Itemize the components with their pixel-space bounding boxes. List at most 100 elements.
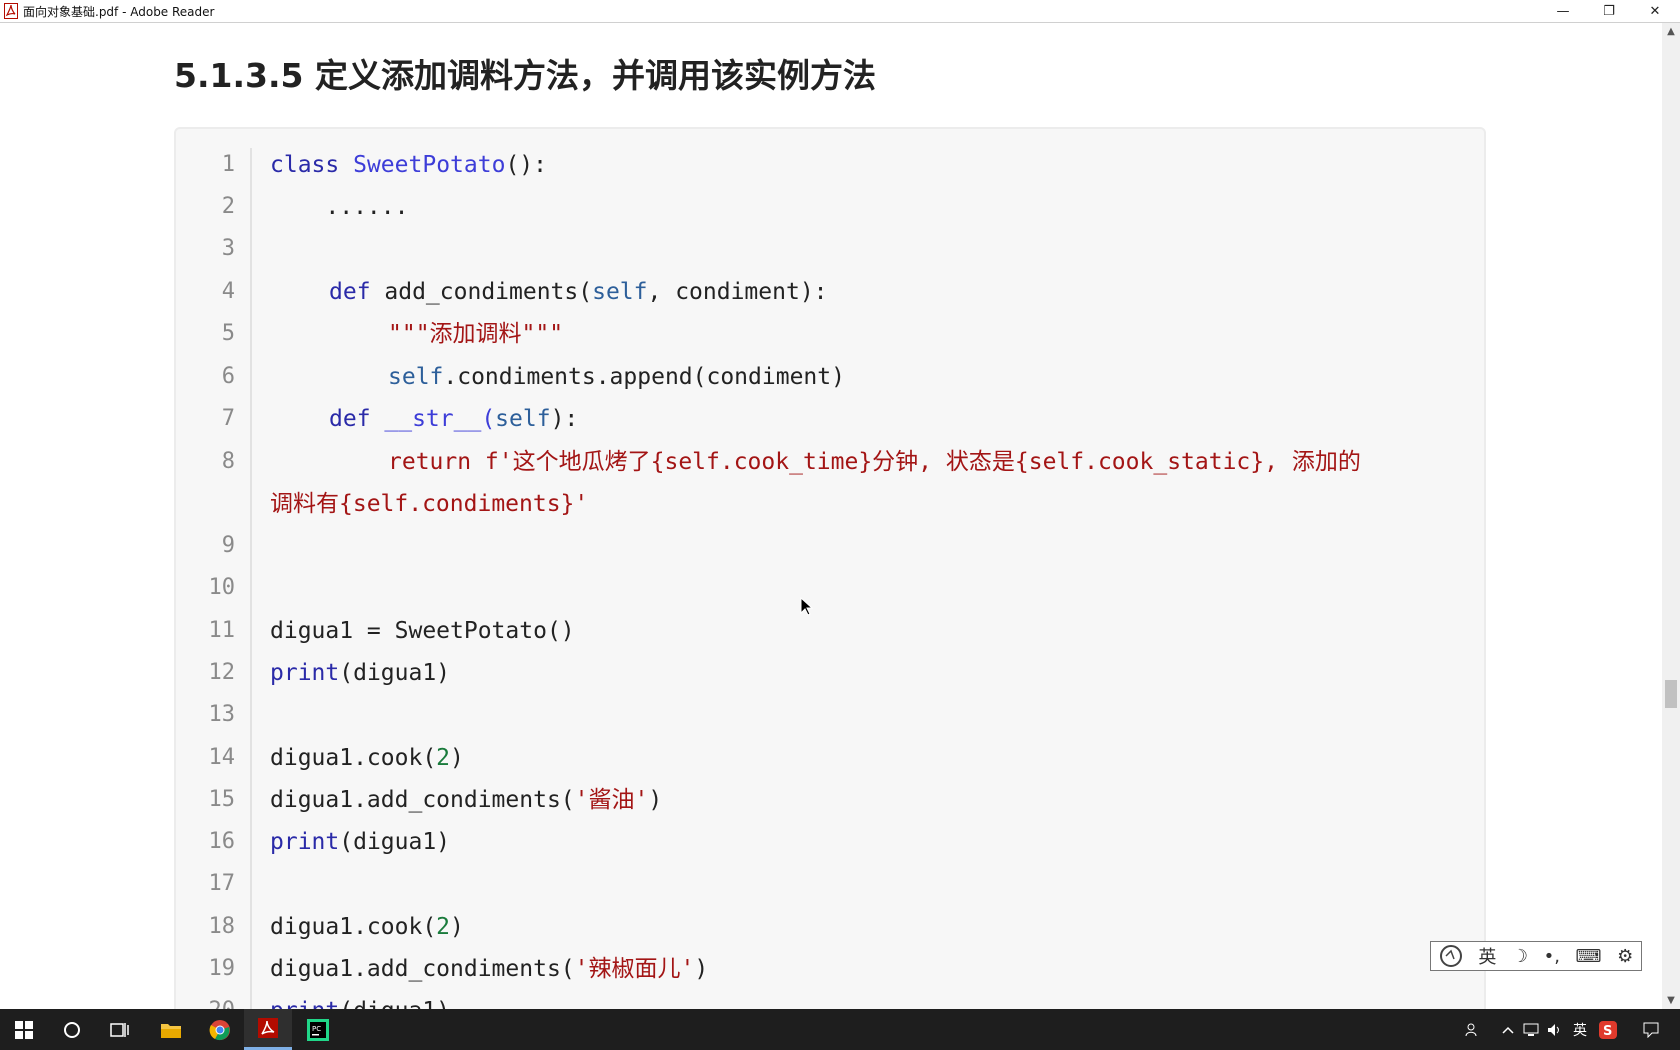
code-line-wrap: 调料有{self.condiments}' (0, 483, 1500, 525)
code-line: 20 print(digua1) (0, 990, 1500, 1009)
code-token: add_condiments( (370, 279, 593, 305)
close-button[interactable]: ✕ (1632, 0, 1678, 22)
line-number: 4 (221, 279, 235, 304)
window-title: 面向对象基础.pdf - Adobe Reader (23, 5, 215, 19)
volume-icon[interactable] (1544, 1009, 1566, 1050)
chevron-up-icon[interactable] (1498, 1009, 1518, 1050)
line-number: 17 (208, 871, 236, 896)
keyword: def (329, 279, 371, 305)
code-line: 3 (0, 228, 1500, 270)
line-number: 10 (208, 575, 236, 600)
network-icon[interactable] (1520, 1009, 1542, 1050)
line-number: 14 (208, 745, 236, 770)
code-line: 9 (0, 525, 1500, 567)
adobe-reader-icon[interactable] (244, 1009, 292, 1050)
code-token: (): (505, 152, 547, 178)
svg-text:PC: PC (312, 1025, 321, 1033)
code-text: digua1.cook(2) (270, 906, 464, 948)
moon-icon[interactable]: ☽ (1512, 946, 1528, 967)
keyboard-icon[interactable]: ⌨ (1576, 946, 1602, 967)
code-text: digua1 = SweetPotato() (270, 618, 575, 644)
notification-center-icon[interactable] (1636, 1009, 1666, 1050)
code-token: ) (450, 745, 464, 771)
code-text: class SweetPotato(): (270, 144, 547, 186)
punctuation-icon[interactable]: •, (1544, 946, 1560, 967)
code-token: ): (550, 406, 579, 432)
code-line: 12 print(digua1) (0, 652, 1500, 694)
code-line: 2 ...... (0, 186, 1500, 228)
code-token: (digua1) (339, 660, 451, 686)
taskbar: PC 英 S (0, 1009, 1680, 1050)
code-line: 7 def __str__(self): (0, 398, 1500, 440)
line-number: 5 (221, 321, 235, 346)
code-text: digua1.cook(2) (270, 737, 464, 779)
sogou-ime-icon[interactable]: S (1596, 1009, 1620, 1050)
code-line: 11 digua1 = SweetPotato() (0, 610, 1500, 652)
string-literal: '辣椒面儿' (574, 956, 695, 982)
line-number: 13 (208, 702, 236, 727)
line-number: 7 (221, 406, 235, 431)
code-line: 15 digua1.add_condiments('酱油') (0, 779, 1500, 821)
ime-language-toggle[interactable]: 英 (1478, 943, 1496, 969)
ime-logo-icon[interactable] (1439, 944, 1463, 968)
code-text: print(digua1) (270, 990, 450, 1009)
builtin-print: print (270, 660, 340, 686)
line-number: 6 (221, 364, 235, 389)
search-circle-icon[interactable] (48, 1009, 96, 1050)
code-text: def add_condiments(self, condiment): (329, 271, 828, 313)
scroll-down-arrow-icon[interactable]: ▼ (1662, 992, 1680, 1009)
code-token: digua1.cook( (270, 914, 437, 940)
builtin-print: print (270, 829, 340, 855)
vertical-scrollbar[interactable] (1662, 23, 1680, 1009)
code-line: 17 (0, 863, 1500, 905)
line-number: 3 (221, 236, 235, 261)
settings-gear-icon[interactable]: ⚙ (1617, 946, 1633, 967)
code-text: digua1.add_condiments('辣椒面儿') (270, 948, 708, 990)
code-token: , condiment): (647, 279, 828, 305)
svg-text:S: S (1603, 1024, 1612, 1039)
chrome-icon[interactable] (196, 1009, 244, 1050)
method-name: __str__( (370, 406, 496, 432)
scroll-up-arrow-icon[interactable]: ▲ (1662, 23, 1680, 40)
line-number: 9 (221, 533, 235, 558)
task-view-icon[interactable] (96, 1009, 144, 1050)
keyword: class (270, 152, 340, 178)
class-name: SweetPotato (353, 152, 506, 178)
code-token: (digua1) (339, 829, 451, 855)
code-text: print(digua1) (270, 821, 450, 863)
code-token: .condiments.append(condiment) (443, 364, 845, 390)
scrollbar-thumb[interactable] (1665, 680, 1677, 708)
code-line: 1 class SweetPotato(): (0, 144, 1500, 186)
code-line: 14 digua1.cook(2) (0, 737, 1500, 779)
code-token: ) (694, 956, 709, 982)
restore-button[interactable]: ❐ (1586, 0, 1632, 22)
self-token: self (388, 364, 444, 390)
code-text: print(digua1) (270, 652, 450, 694)
line-number: 1 (221, 152, 235, 177)
code-text: def __str__(self): (329, 398, 578, 440)
pycharm-icon[interactable]: PC (294, 1009, 342, 1050)
file-explorer-icon[interactable] (147, 1009, 195, 1050)
people-icon[interactable] (1460, 1009, 1486, 1050)
line-number: 18 (208, 914, 236, 939)
windows-start-icon[interactable] (0, 1009, 48, 1050)
return-statement: return f'这个地瓜烤了{self.cook_time}分钟, 状态是{s… (388, 449, 1361, 475)
code-text: ...... (270, 194, 409, 220)
number-literal: 2 (436, 914, 451, 940)
code-line: 16 print(digua1) (0, 821, 1500, 863)
code-line: 10 (0, 567, 1500, 609)
code-line: 19 digua1.add_condiments('辣椒面儿') (0, 948, 1500, 990)
self-token: self (592, 279, 648, 305)
code-text: digua1.add_condiments('酱油') (270, 779, 662, 821)
builtin-print: print (270, 998, 339, 1009)
minimize-button[interactable]: — (1540, 0, 1586, 22)
return-statement-continued: 调料有{self.condiments}' (270, 491, 589, 517)
string-literal: '酱油' (574, 787, 649, 813)
code-token: ) (450, 914, 464, 940)
line-number: 15 (208, 787, 236, 812)
mouse-pointer-icon (800, 597, 814, 616)
input-language-indicator[interactable]: 英 (1568, 1009, 1592, 1050)
code-line: 18 digua1.cook(2) (0, 906, 1500, 948)
ime-toolbar[interactable]: 英 ☽ •, ⌨ ⚙ (1430, 941, 1642, 971)
code-line: 4 def add_condiments(self, condiment): (0, 271, 1500, 313)
